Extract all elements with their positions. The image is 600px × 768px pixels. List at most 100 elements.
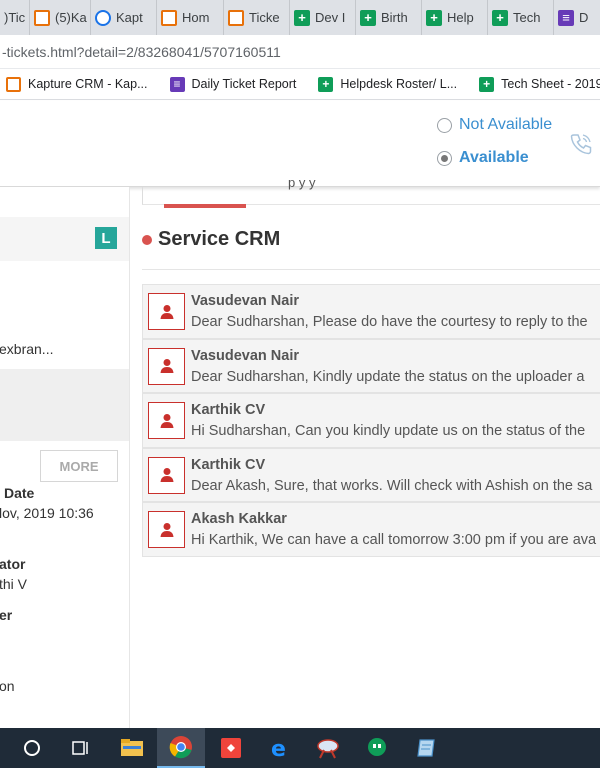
field-value: thi V [0, 576, 28, 592]
tab-label: (5)Ka [55, 10, 87, 25]
browser-tab[interactable]: + Tech [488, 0, 554, 35]
bookmark-label: Tech Sheet - 2019 -... [501, 77, 600, 91]
field-label: er [0, 607, 13, 623]
browser-tab[interactable]: + Dev I [290, 0, 356, 35]
divider [142, 269, 600, 270]
sheets-icon: + [360, 9, 376, 26]
browser-tab[interactable]: + Birth [356, 0, 422, 35]
bookmarks-bar: Kapture CRM - Kap... ≡ Daily Ticket Repo… [0, 69, 600, 100]
bookmark-item[interactable]: Kapture CRM - Kap... [6, 76, 148, 92]
conversation-item[interactable]: Karthik CV Dear Akash, Sure, that works.… [142, 447, 600, 502]
edge-icon[interactable]: e [256, 728, 304, 768]
field-label: Date [4, 485, 35, 501]
active-tab-underline [164, 204, 246, 208]
conversation-item[interactable]: Karthik CV Hi Sudharshan, Can you kindly… [142, 393, 600, 448]
conversation-item[interactable]: Vasudevan Nair Dear Sudharshan, Please d… [142, 284, 600, 339]
tab-label: Hom [182, 10, 210, 25]
browser-tab[interactable]: )Tic [0, 0, 30, 35]
message-snippet: Hi Sudharshan, Can you kindly update us … [191, 423, 586, 439]
field-value: on [0, 678, 15, 694]
kapture-icon [34, 9, 50, 26]
bookmark-label: Daily Ticket Report [191, 77, 297, 91]
windows-taskbar: e [0, 728, 600, 768]
bookmark-item[interactable]: ≡ Daily Ticket Report [169, 76, 297, 92]
kapture-icon [161, 9, 177, 26]
bookmark-item[interactable]: + Tech Sheet - 2019 -... [479, 76, 600, 92]
status-label: Not Available [459, 116, 553, 133]
forms-icon: ≡ [558, 9, 574, 26]
status-not-available-option[interactable]: Not Available [437, 116, 552, 134]
tab-label: Ticke [249, 10, 280, 25]
field-value: lov, 2019 10:36 [0, 505, 94, 521]
customer-initial-badge: L [95, 227, 117, 249]
tab-label: Help [447, 10, 474, 25]
message-snippet: Dear Sudharshan, Kindly update the statu… [191, 368, 585, 385]
sender-name: Vasudevan Nair [191, 347, 299, 364]
sheets-icon: + [426, 9, 442, 26]
hangouts-icon[interactable] [353, 728, 401, 768]
sender-name: Karthik CV [191, 456, 266, 473]
message-snippet: Dear Akash, Sure, that works. Will check… [191, 477, 593, 494]
task-view-icon[interactable] [57, 728, 105, 768]
tab-label: Kapt [116, 10, 143, 25]
bookmark-label: Helpdesk Roster/ L... [340, 77, 458, 91]
tab-label: )Tic [4, 10, 26, 25]
conversation-item[interactable]: Akash Kakkar Hi Karthik, We can have a c… [142, 502, 600, 557]
anydesk-icon[interactable] [207, 728, 255, 768]
message-snippet: Hi Karthik, We can have a call tomorrow … [191, 532, 597, 548]
cortana-icon[interactable] [8, 728, 56, 768]
kapture-blue-icon [95, 9, 111, 26]
browser-tab[interactable]: Kapt [91, 0, 157, 35]
user-avatar-icon [148, 511, 185, 548]
user-avatar-icon [148, 456, 185, 494]
radio-unchecked-icon [437, 117, 452, 133]
tab-label: Dev I [315, 10, 346, 25]
customer-email: exbran... [0, 341, 54, 357]
message-snippet: Dear Sudharshan, Please do have the cour… [191, 314, 588, 330]
browser-tab[interactable]: + Help [422, 0, 488, 35]
phone-icon[interactable] [568, 131, 594, 157]
sender-name: Karthik CV [191, 402, 266, 418]
file-explorer-icon[interactable] [108, 728, 156, 768]
kapture-icon [228, 9, 244, 26]
status-available-option[interactable]: Available [437, 149, 529, 167]
sheets-icon: + [479, 76, 495, 92]
tab-label: D [579, 10, 589, 25]
sender-name: Vasudevan Nair [191, 293, 299, 309]
snipping-icon[interactable] [304, 728, 352, 768]
section-title: Service CRM [158, 228, 281, 250]
tab-partial-text: p y y [288, 175, 316, 190]
tab-label: Birth [381, 10, 408, 25]
browser-tab[interactable]: (5)Ka [30, 0, 91, 35]
browser-tab[interactable]: Hom [157, 0, 224, 35]
bookmark-item[interactable]: + Helpdesk Roster/ L... [318, 76, 458, 92]
sheets-icon: + [492, 9, 508, 26]
notepad-icon[interactable] [402, 728, 450, 768]
sheets-icon: + [318, 76, 334, 92]
kapture-icon [6, 76, 21, 92]
radio-checked-icon [437, 150, 452, 166]
user-avatar-icon [148, 293, 185, 330]
ticket-details-panel: L exbran... MORE Date lov, 2019 10:36 at… [0, 187, 130, 728]
user-avatar-icon [148, 402, 185, 439]
user-avatar-icon [148, 347, 185, 385]
forms-icon: ≡ [169, 76, 185, 92]
chrome-icon[interactable] [157, 728, 205, 768]
bookmark-label: Kapture CRM - Kap... [28, 77, 148, 91]
conversation-item[interactable]: Vasudevan Nair Dear Sudharshan, Kindly u… [142, 338, 600, 393]
field-label: ator [0, 556, 26, 572]
section-header: Service CRM [142, 228, 280, 251]
sender-name: Akash Kakkar [191, 511, 287, 527]
browser-tab[interactable]: ≡ D [554, 0, 594, 35]
details-divider-band [0, 369, 129, 441]
address-bar[interactable]: -tickets.html?detail=2/83268041/57071605… [0, 35, 600, 69]
conversation-list: Vasudevan Nair Dear Sudharshan, Please d… [142, 284, 600, 557]
more-button[interactable]: MORE [40, 450, 118, 482]
browser-tab[interactable]: Ticke [224, 0, 290, 35]
browser-tab-strip: )Tic (5)Ka Kapt Hom Ticke + Dev I + Birt… [0, 0, 600, 35]
ticket-tabs: p y y [142, 175, 600, 208]
tab-label: Tech [513, 10, 541, 25]
status-label: Available [459, 149, 529, 166]
section-bullet-icon [142, 234, 152, 245]
sheets-icon: + [294, 9, 310, 26]
